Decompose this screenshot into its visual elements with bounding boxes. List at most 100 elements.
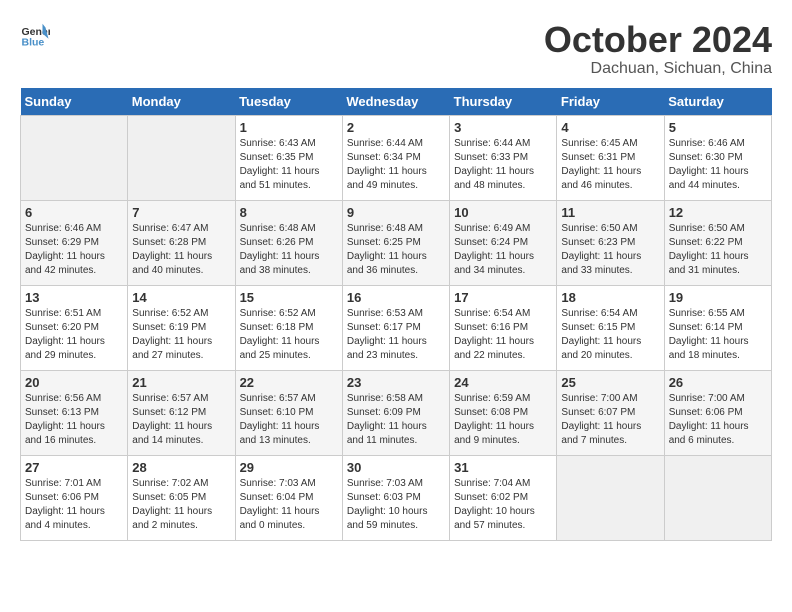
calendar-cell bbox=[128, 115, 235, 200]
calendar-cell: 22 Sunrise: 6:57 AM Sunset: 6:10 PM Dayli… bbox=[235, 370, 342, 455]
day-number: 23 bbox=[347, 375, 445, 390]
day-info: Sunrise: 7:00 AM Sunset: 6:07 PM Dayligh… bbox=[561, 392, 659, 448]
calendar-cell: 14 Sunrise: 6:52 AM Sunset: 6:19 PM Dayli… bbox=[128, 285, 235, 370]
svg-text:Blue: Blue bbox=[22, 37, 45, 49]
day-number: 18 bbox=[561, 290, 659, 305]
calendar-cell: 27 Sunrise: 7:01 AM Sunset: 6:06 PM Dayli… bbox=[21, 455, 128, 540]
day-header-friday: Friday bbox=[557, 88, 664, 116]
day-number: 6 bbox=[25, 205, 123, 220]
day-info: Sunrise: 6:45 AM Sunset: 6:31 PM Dayligh… bbox=[561, 137, 659, 193]
month-title: October 2024 bbox=[544, 20, 772, 60]
day-number: 8 bbox=[240, 205, 338, 220]
calendar-cell: 19 Sunrise: 6:55 AM Sunset: 6:14 PM Dayli… bbox=[664, 285, 771, 370]
calendar-cell: 31 Sunrise: 7:04 AM Sunset: 6:02 PM Dayli… bbox=[450, 455, 557, 540]
calendar-cell: 8 Sunrise: 6:48 AM Sunset: 6:26 PM Daylig… bbox=[235, 200, 342, 285]
calendar-cell: 28Sunrise: 7:02 AM Sunset: 6:05 PM Dayli… bbox=[128, 455, 235, 540]
day-number: 30 bbox=[347, 460, 445, 475]
day-info: Sunrise: 6:59 AM Sunset: 6:08 PM Dayligh… bbox=[454, 392, 552, 448]
day-info: Sunrise: 6:44 AM Sunset: 6:33 PM Dayligh… bbox=[454, 137, 552, 193]
day-info: Sunrise: 6:52 AM Sunset: 6:18 PM Dayligh… bbox=[240, 307, 338, 363]
day-number: 19 bbox=[669, 290, 767, 305]
day-number: 20 bbox=[25, 375, 123, 390]
day-info: Sunrise: 6:48 AM Sunset: 6:26 PM Dayligh… bbox=[240, 222, 338, 278]
day-info: Sunrise: 6:50 AM Sunset: 6:23 PM Dayligh… bbox=[561, 222, 659, 278]
day-info: Sunrise: 6:52 AM Sunset: 6:19 PM Dayligh… bbox=[132, 307, 230, 363]
day-number: 22 bbox=[240, 375, 338, 390]
day-number: 3 bbox=[454, 120, 552, 135]
calendar-cell: 9 Sunrise: 6:48 AM Sunset: 6:25 PM Daylig… bbox=[342, 200, 449, 285]
calendar-cell bbox=[557, 455, 664, 540]
day-info: Sunrise: 6:44 AM Sunset: 6:34 PM Dayligh… bbox=[347, 137, 445, 193]
calendar-cell: 17Sunrise: 6:54 AM Sunset: 6:16 PM Dayli… bbox=[450, 285, 557, 370]
day-number: 7 bbox=[132, 205, 230, 220]
calendar-cell: 2Sunrise: 6:44 AM Sunset: 6:34 PM Daylig… bbox=[342, 115, 449, 200]
day-number: 1 bbox=[240, 120, 338, 135]
day-info: Sunrise: 7:02 AM Sunset: 6:05 PM Dayligh… bbox=[132, 477, 230, 533]
day-number: 27 bbox=[25, 460, 123, 475]
day-header-monday: Monday bbox=[128, 88, 235, 116]
day-info: Sunrise: 6:54 AM Sunset: 6:15 PM Dayligh… bbox=[561, 307, 659, 363]
day-number: 26 bbox=[669, 375, 767, 390]
day-number: 24 bbox=[454, 375, 552, 390]
day-info: Sunrise: 6:51 AM Sunset: 6:20 PM Dayligh… bbox=[25, 307, 123, 363]
calendar-cell: 5Sunrise: 6:46 AM Sunset: 6:30 PM Daylig… bbox=[664, 115, 771, 200]
day-number: 9 bbox=[347, 205, 445, 220]
day-info: Sunrise: 6:46 AM Sunset: 6:29 PM Dayligh… bbox=[25, 222, 123, 278]
calendar-cell: 26 Sunrise: 7:00 AM Sunset: 6:06 PM Dayli… bbox=[664, 370, 771, 455]
day-header-wednesday: Wednesday bbox=[342, 88, 449, 116]
calendar-cell: 20Sunrise: 6:56 AM Sunset: 6:13 PM Dayli… bbox=[21, 370, 128, 455]
calendar-cell bbox=[21, 115, 128, 200]
page-header: General Blue October 2024 Dachuan, Sichu… bbox=[20, 20, 772, 78]
calendar-cell: 29 Sunrise: 7:03 AM Sunset: 6:04 PM Dayli… bbox=[235, 455, 342, 540]
day-number: 29 bbox=[240, 460, 338, 475]
day-number: 25 bbox=[561, 375, 659, 390]
day-number: 21 bbox=[132, 375, 230, 390]
calendar-cell: 30Sunrise: 7:03 AM Sunset: 6:03 PM Dayli… bbox=[342, 455, 449, 540]
day-info: Sunrise: 7:04 AM Sunset: 6:02 PM Dayligh… bbox=[454, 477, 552, 533]
calendar-cell: 1Sunrise: 6:43 AM Sunset: 6:35 PM Daylig… bbox=[235, 115, 342, 200]
calendar-cell: 24 Sunrise: 6:59 AM Sunset: 6:08 PM Dayli… bbox=[450, 370, 557, 455]
calendar-cell: 10Sunrise: 6:49 AM Sunset: 6:24 PM Dayli… bbox=[450, 200, 557, 285]
calendar-cell: 12 Sunrise: 6:50 AM Sunset: 6:22 PM Dayli… bbox=[664, 200, 771, 285]
day-info: Sunrise: 6:57 AM Sunset: 6:10 PM Dayligh… bbox=[240, 392, 338, 448]
calendar-cell: 6 Sunrise: 6:46 AM Sunset: 6:29 PM Daylig… bbox=[21, 200, 128, 285]
day-header-tuesday: Tuesday bbox=[235, 88, 342, 116]
day-info: Sunrise: 7:01 AM Sunset: 6:06 PM Dayligh… bbox=[25, 477, 123, 533]
week-row-5: 27 Sunrise: 7:01 AM Sunset: 6:06 PM Dayli… bbox=[21, 455, 772, 540]
day-number: 15 bbox=[240, 290, 338, 305]
day-number: 5 bbox=[669, 120, 767, 135]
calendar-table: SundayMondayTuesdayWednesdayThursdayFrid… bbox=[20, 88, 772, 541]
header-row: SundayMondayTuesdayWednesdayThursdayFrid… bbox=[21, 88, 772, 116]
day-number: 16 bbox=[347, 290, 445, 305]
day-info: Sunrise: 7:03 AM Sunset: 6:04 PM Dayligh… bbox=[240, 477, 338, 533]
calendar-cell: 18 Sunrise: 6:54 AM Sunset: 6:15 PM Dayli… bbox=[557, 285, 664, 370]
day-number: 31 bbox=[454, 460, 552, 475]
day-number: 4 bbox=[561, 120, 659, 135]
calendar-cell: 21 Sunrise: 6:57 AM Sunset: 6:12 PM Dayli… bbox=[128, 370, 235, 455]
day-info: Sunrise: 7:00 AM Sunset: 6:06 PM Dayligh… bbox=[669, 392, 767, 448]
day-number: 17 bbox=[454, 290, 552, 305]
day-info: Sunrise: 6:50 AM Sunset: 6:22 PM Dayligh… bbox=[669, 222, 767, 278]
calendar-cell: 3 Sunrise: 6:44 AM Sunset: 6:33 PM Daylig… bbox=[450, 115, 557, 200]
day-info: Sunrise: 6:49 AM Sunset: 6:24 PM Dayligh… bbox=[454, 222, 552, 278]
calendar-cell: 16 Sunrise: 6:53 AM Sunset: 6:17 PM Dayli… bbox=[342, 285, 449, 370]
logo-icon: General Blue bbox=[20, 20, 50, 50]
day-info: Sunrise: 6:58 AM Sunset: 6:09 PM Dayligh… bbox=[347, 392, 445, 448]
day-number: 11 bbox=[561, 205, 659, 220]
day-header-saturday: Saturday bbox=[664, 88, 771, 116]
week-row-4: 20Sunrise: 6:56 AM Sunset: 6:13 PM Dayli… bbox=[21, 370, 772, 455]
day-info: Sunrise: 6:55 AM Sunset: 6:14 PM Dayligh… bbox=[669, 307, 767, 363]
day-info: Sunrise: 6:53 AM Sunset: 6:17 PM Dayligh… bbox=[347, 307, 445, 363]
logo: General Blue bbox=[20, 20, 50, 50]
day-number: 12 bbox=[669, 205, 767, 220]
day-info: Sunrise: 6:57 AM Sunset: 6:12 PM Dayligh… bbox=[132, 392, 230, 448]
calendar-cell: 11 Sunrise: 6:50 AM Sunset: 6:23 PM Dayli… bbox=[557, 200, 664, 285]
week-row-2: 6 Sunrise: 6:46 AM Sunset: 6:29 PM Daylig… bbox=[21, 200, 772, 285]
day-info: Sunrise: 6:48 AM Sunset: 6:25 PM Dayligh… bbox=[347, 222, 445, 278]
day-info: Sunrise: 6:47 AM Sunset: 6:28 PM Dayligh… bbox=[132, 222, 230, 278]
day-number: 14 bbox=[132, 290, 230, 305]
calendar-cell bbox=[664, 455, 771, 540]
day-number: 13 bbox=[25, 290, 123, 305]
calendar-cell: 4 Sunrise: 6:45 AM Sunset: 6:31 PM Daylig… bbox=[557, 115, 664, 200]
day-header-sunday: Sunday bbox=[21, 88, 128, 116]
